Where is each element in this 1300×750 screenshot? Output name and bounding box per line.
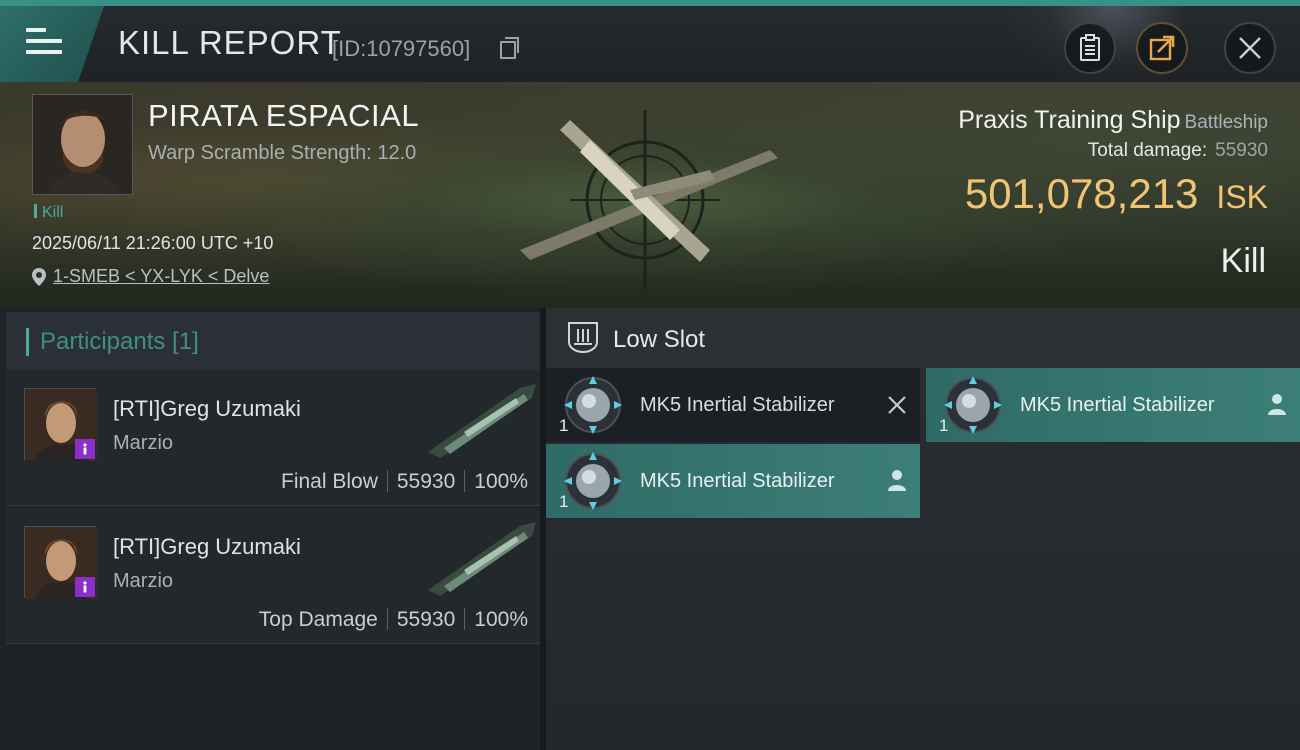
share-icon — [1149, 35, 1175, 61]
ship-class: Battleship — [1184, 112, 1268, 133]
participant-damage: 55930 — [396, 470, 456, 493]
corp-badge — [75, 439, 95, 459]
participant-name[interactable]: [RTI]Greg Uzumaki — [113, 396, 301, 422]
module-name: MK5 Inertial Stabilizer — [640, 470, 835, 492]
participant-percent: 100% — [474, 608, 528, 631]
participant-ship-image — [428, 522, 536, 596]
module-name: MK5 Inertial Stabilizer — [640, 394, 835, 416]
kill-result: Kill — [1220, 242, 1266, 280]
corp-icon — [83, 443, 87, 455]
total-damage: Total damage: 55930 — [1088, 140, 1268, 162]
warp-scramble-strength: Warp Scramble Strength: 12.0 — [148, 142, 417, 164]
dropped-person-icon — [888, 470, 906, 491]
kill-summary-banner: PIRATA ESPACIAL Warp Scramble Strength: … — [0, 82, 1300, 308]
copy-icon[interactable] — [500, 37, 519, 59]
low-slot-header: Low Slot — [546, 308, 1300, 368]
share-button[interactable] — [1136, 22, 1188, 74]
hamburger-icon — [26, 28, 62, 58]
inertial-stabilizer-icon — [564, 452, 622, 510]
stats-divider — [464, 608, 466, 630]
top-bar: KILL REPORT [ID:10797560] — [0, 0, 1300, 88]
participant-row[interactable]: [RTI]Greg Uzumaki Marzio Final Blow 55930… — [6, 370, 540, 506]
fitting-panel: Low Slot 1 MK5 Inertial Stabilizer 1 MK5… — [540, 308, 1300, 750]
module-name: MK5 Inertial Stabilizer — [1020, 394, 1215, 416]
page-title: KILL REPORT — [118, 24, 342, 61]
clipboard-button[interactable] — [1064, 22, 1116, 74]
close-icon — [1239, 37, 1261, 59]
module-item[interactable]: 1 MK5 Inertial Stabilizer — [546, 368, 920, 442]
participant-avatar[interactable] — [24, 526, 97, 599]
participants-header[interactable]: Participants [1] — [6, 312, 540, 370]
stats-divider — [464, 470, 466, 492]
participant-ship: Marzio — [113, 570, 174, 592]
module-quantity: 1 — [939, 416, 949, 435]
isk-unit: ISK — [1216, 179, 1268, 215]
location-link[interactable]: 1-SMEB < YX-LYK < Delve — [53, 266, 269, 287]
participant-stats: Final Blow 55930 100% — [281, 470, 528, 494]
participant-stats: Top Damage 55930 100% — [259, 608, 528, 632]
stats-divider — [386, 608, 388, 630]
participants-panel: Participants [1] [RTI]Greg Uzumaki Marzi… — [0, 308, 540, 750]
participants-heading: Participants [1] — [40, 328, 199, 355]
victim-portrait[interactable] — [32, 94, 133, 195]
clipboard-icon — [1080, 34, 1100, 61]
ship-name-text: Praxis Training Ship — [958, 106, 1181, 134]
participant-percent: 100% — [474, 470, 528, 493]
ship-render — [520, 110, 778, 290]
module-quantity: 1 — [559, 492, 569, 511]
participant-damage: 55930 — [396, 608, 456, 631]
participant-role: Top Damage — [258, 608, 378, 631]
kill-id: [ID:10797560] — [332, 36, 471, 61]
portrait-image — [33, 95, 132, 194]
victim-name: PIRATA ESPACIAL — [148, 98, 420, 133]
participants-accent-bar — [26, 328, 29, 356]
module-item[interactable]: 1 MK5 Inertial Stabilizer — [926, 368, 1300, 442]
corp-icon — [83, 581, 87, 593]
participant-ship: Marzio — [113, 432, 174, 454]
total-damage-label: Total damage: — [1087, 140, 1208, 161]
participant-row[interactable]: [RTI]Greg Uzumaki Marzio Top Damage 55930… — [6, 508, 540, 644]
low-slot-icon — [568, 322, 598, 354]
inertial-stabilizer-icon — [564, 376, 622, 434]
inertial-stabilizer-icon — [944, 376, 1002, 434]
ship-name: Praxis Training Ship Battleship — [958, 106, 1268, 135]
close-button[interactable] — [1224, 22, 1276, 74]
isk-value: 501,078,213 ISK — [965, 170, 1268, 218]
isk-amount: 501,078,213 — [964, 170, 1199, 217]
total-damage-value: 55930 — [1215, 140, 1268, 161]
participant-name[interactable]: [RTI]Greg Uzumaki — [113, 534, 301, 560]
module-item[interactable]: 1 MK5 Inertial Stabilizer — [546, 444, 920, 518]
destroyed-icon — [888, 396, 906, 414]
stats-divider — [386, 470, 388, 492]
kill-tag: Kill — [34, 204, 63, 222]
kill-datetime: 2025/06/11 21:26:00 UTC +10 — [32, 233, 274, 253]
participant-role: Final Blow — [281, 470, 378, 493]
menu-button[interactable] — [0, 6, 104, 82]
corp-badge — [75, 577, 95, 597]
slot-heading: Low Slot — [613, 326, 706, 353]
module-quantity: 1 — [559, 416, 569, 435]
participant-ship-image — [428, 384, 536, 458]
dropped-person-icon — [1268, 394, 1286, 415]
participant-avatar[interactable] — [24, 388, 97, 461]
location-pin-icon — [32, 268, 46, 286]
